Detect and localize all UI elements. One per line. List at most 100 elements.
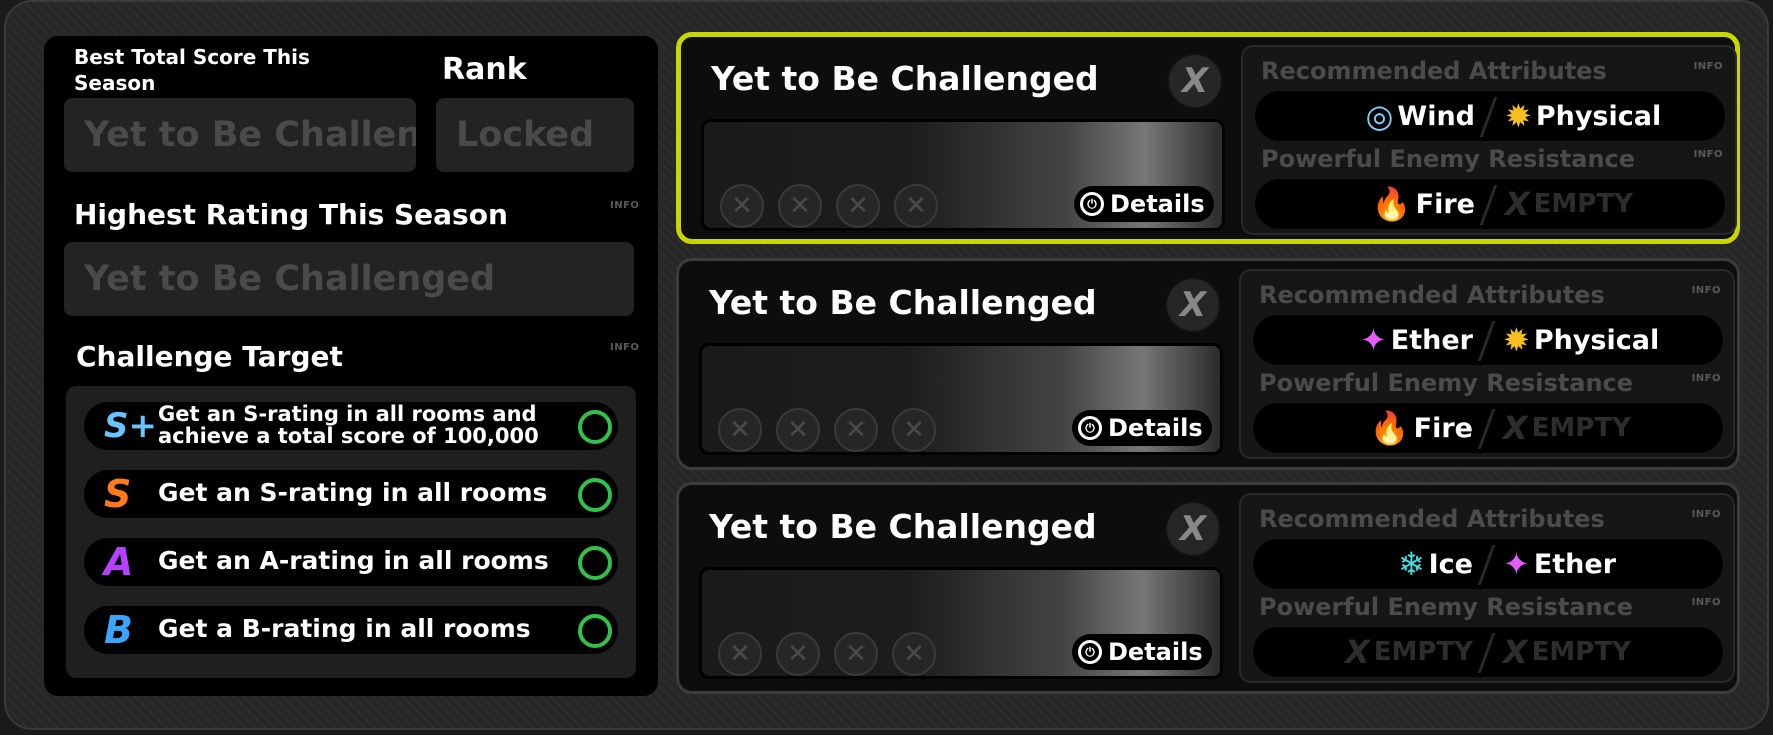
rank-label: Rank bbox=[442, 52, 527, 87]
details-button[interactable]: ⏻ Details bbox=[1074, 186, 1214, 222]
recommended-info-icon[interactable]: INFO bbox=[1694, 61, 1723, 72]
attribute-name: Ether bbox=[1390, 324, 1473, 356]
room-card-1[interactable]: Yet to Be Challenged X ✕ ✕ ✕ ✕ ⏻ Details… bbox=[676, 32, 1740, 244]
attribute-chip: ✦ Ether bbox=[1503, 539, 1616, 589]
challenge-frame: Best Total Score This Season Rank Yet to… bbox=[4, 0, 1769, 730]
divider bbox=[1479, 185, 1498, 225]
attribute-name: Physical bbox=[1533, 324, 1660, 356]
squad-slot-empty-icon[interactable]: ✕ bbox=[778, 184, 822, 228]
target-row: B Get a B-rating in all rooms bbox=[84, 606, 618, 654]
target-row: S Get an S-rating in all rooms bbox=[84, 470, 618, 518]
attribute-chip: X EMPTY bbox=[1503, 627, 1631, 677]
divider bbox=[1477, 633, 1496, 673]
empty-icon: X bbox=[1345, 633, 1370, 671]
divider bbox=[1477, 545, 1496, 585]
challenge-target-list: S+ Get an S-rating in all rooms and achi… bbox=[66, 386, 636, 678]
physical-icon: ✹ bbox=[1505, 97, 1532, 135]
attribute-name: EMPTY bbox=[1531, 413, 1631, 443]
challenge-target-info-icon[interactable]: INFO bbox=[610, 342, 639, 353]
squad-slot-empty-icon[interactable]: ✕ bbox=[892, 408, 936, 452]
details-label: Details bbox=[1108, 638, 1203, 666]
empty-icon: X bbox=[1505, 185, 1530, 223]
challenge-target-label: Challenge Target bbox=[76, 340, 343, 373]
ether-icon: ✦ bbox=[1503, 545, 1530, 583]
highest-rating-field: Yet to Be Challenged bbox=[64, 242, 634, 316]
room-close-button[interactable]: X bbox=[1167, 53, 1223, 109]
enemy-resistance-row: 🔥 Fire X EMPTY bbox=[1255, 179, 1725, 229]
room-close-button[interactable]: X bbox=[1165, 277, 1221, 333]
squad-slot-empty-icon[interactable]: ✕ bbox=[720, 184, 764, 228]
room-title: Yet to Be Challenged bbox=[709, 283, 1097, 322]
attribute-name: EMPTY bbox=[1533, 189, 1633, 219]
room-card-2[interactable]: Yet to Be Challenged X ✕ ✕ ✕ ✕ ⏻ Details… bbox=[676, 258, 1740, 470]
squad-slot-empty-icon[interactable]: ✕ bbox=[776, 408, 820, 452]
room-card-3[interactable]: Yet to Be Challenged X ✕ ✕ ✕ ✕ ⏻ Details… bbox=[676, 482, 1740, 694]
attribute-chip: ✹ Physical bbox=[1503, 315, 1659, 365]
attribute-name: EMPTY bbox=[1531, 637, 1631, 667]
room-enemy-image: ✕ ✕ ✕ ✕ ⏻ Details bbox=[701, 119, 1225, 231]
recommended-attributes-row: ✦ Ether ✹ Physical bbox=[1253, 315, 1723, 365]
squad-slot-empty-icon[interactable]: ✕ bbox=[892, 632, 936, 676]
enemy-resistance-label: Powerful Enemy Resistance bbox=[1259, 369, 1634, 397]
target-text: Get an S-rating in all rooms bbox=[158, 478, 548, 507]
details-button[interactable]: ⏻ Details bbox=[1072, 410, 1212, 446]
ice-icon: ❄ bbox=[1397, 545, 1425, 583]
attribute-name: Ice bbox=[1428, 548, 1473, 580]
target-text: Get an A-rating in all rooms bbox=[158, 546, 549, 575]
season-summary-panel: Best Total Score This Season Rank Yet to… bbox=[44, 36, 658, 696]
best-score-label: Best Total Score This Season bbox=[74, 45, 310, 95]
squad-slot-empty-icon[interactable]: ✕ bbox=[836, 184, 880, 228]
details-button[interactable]: ⏻ Details bbox=[1072, 634, 1212, 670]
target-status-ring-icon bbox=[578, 478, 612, 512]
details-icon: ⏻ bbox=[1078, 640, 1102, 664]
highest-rating-info-icon[interactable]: INFO bbox=[610, 200, 639, 211]
attribute-name: Wind bbox=[1397, 100, 1475, 132]
recommended-attributes-label: Recommended Attributes bbox=[1261, 57, 1607, 85]
attributes-panel: Recommended Attributes INFO ◎ Wind ✹ Phy… bbox=[1241, 45, 1737, 235]
squad-slot-empty-icon[interactable]: ✕ bbox=[718, 632, 762, 676]
squad-slot-empty-icon[interactable]: ✕ bbox=[718, 408, 762, 452]
resistance-info-icon[interactable]: INFO bbox=[1694, 149, 1723, 160]
attribute-chip: X EMPTY bbox=[1503, 403, 1631, 453]
rank-s-plus-icon: S+ bbox=[104, 406, 157, 446]
attribute-name: Physical bbox=[1535, 100, 1662, 132]
squad-slot-empty-icon[interactable]: ✕ bbox=[776, 632, 820, 676]
enemy-resistance-row: X EMPTY X EMPTY bbox=[1253, 627, 1723, 677]
room-enemy-image: ✕ ✕ ✕ ✕ ⏻ Details bbox=[699, 343, 1223, 455]
attribute-chip: ❄ Ice bbox=[1398, 539, 1473, 589]
attribute-name: Fire bbox=[1413, 412, 1473, 444]
enemy-resistance-label: Powerful Enemy Resistance bbox=[1259, 593, 1634, 621]
empty-icon: X bbox=[1503, 633, 1528, 671]
recommended-attributes-row: ◎ Wind ✹ Physical bbox=[1255, 91, 1725, 141]
target-row: S+ Get an S-rating in all rooms and achi… bbox=[84, 402, 618, 450]
attribute-chip: ✹ Physical bbox=[1505, 91, 1661, 141]
squad-slot-empty-icon[interactable]: ✕ bbox=[894, 184, 938, 228]
recommended-info-icon[interactable]: INFO bbox=[1692, 509, 1721, 520]
attributes-panel: Recommended Attributes INFO ❄ Ice ✦ Ethe… bbox=[1239, 493, 1735, 683]
recommended-attributes-row: ❄ Ice ✦ Ether bbox=[1253, 539, 1723, 589]
rank-b-icon: B bbox=[104, 608, 133, 652]
rank-a-icon: A bbox=[104, 540, 134, 584]
physical-icon: ✹ bbox=[1503, 321, 1530, 359]
ether-icon: ✦ bbox=[1359, 321, 1387, 359]
room-enemy-image: ✕ ✕ ✕ ✕ ⏻ Details bbox=[699, 567, 1223, 679]
divider bbox=[1477, 321, 1496, 361]
attribute-chip: ✦ Ether bbox=[1360, 315, 1473, 365]
resistance-info-icon[interactable]: INFO bbox=[1692, 373, 1721, 384]
fire-icon: 🔥 bbox=[1371, 185, 1412, 223]
squad-slot-empty-icon[interactable]: ✕ bbox=[834, 408, 878, 452]
room-close-button[interactable]: X bbox=[1165, 501, 1221, 557]
target-text: Get a B-rating in all rooms bbox=[158, 614, 531, 643]
target-text: Get an S-rating in all rooms and achieve… bbox=[158, 402, 539, 448]
attributes-panel: Recommended Attributes INFO ✦ Ether ✹ Ph… bbox=[1239, 269, 1735, 459]
enemy-resistance-label: Powerful Enemy Resistance bbox=[1261, 145, 1636, 173]
resistance-info-icon[interactable]: INFO bbox=[1692, 597, 1721, 608]
wind-icon: ◎ bbox=[1365, 97, 1394, 135]
recommended-info-icon[interactable]: INFO bbox=[1692, 285, 1721, 296]
rank-s-icon: S bbox=[104, 472, 132, 516]
target-status-ring-icon bbox=[578, 614, 612, 648]
details-label: Details bbox=[1108, 414, 1203, 442]
attribute-name: Fire bbox=[1415, 188, 1475, 220]
target-status-ring-icon bbox=[578, 546, 612, 580]
squad-slot-empty-icon[interactable]: ✕ bbox=[834, 632, 878, 676]
